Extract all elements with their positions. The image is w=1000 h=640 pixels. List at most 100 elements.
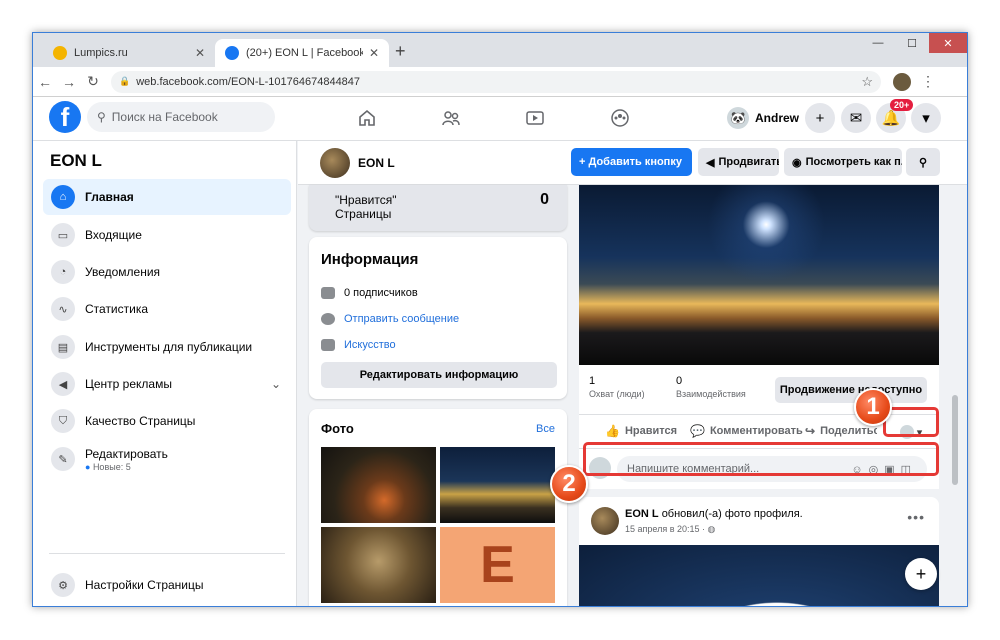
facebook-search-input[interactable]: ⚲ Поиск на Facebook xyxy=(87,102,275,132)
followers-row: 0 подписчиков xyxy=(321,287,418,299)
promotion-unavailable-button[interactable]: Продвижение недоступно xyxy=(775,377,927,403)
create-button[interactable]: + xyxy=(805,103,835,133)
highlight-box-comment-field xyxy=(583,442,939,476)
add-button[interactable]: + Добавить кнопку xyxy=(571,148,692,176)
new-message-icon[interactable]: + xyxy=(905,558,937,590)
reload-icon[interactable]: ↻ xyxy=(81,73,105,90)
category-link[interactable]: Искусство xyxy=(321,339,396,351)
messenger-icon xyxy=(321,313,335,325)
likes-label-line2: Страницы xyxy=(335,207,392,221)
browser-profile-avatar[interactable] xyxy=(893,72,911,91)
sidebar-item-inbox[interactable]: ▭ Входящие xyxy=(43,217,291,253)
sidebar-divider xyxy=(49,553,285,554)
post-timestamp-text: 15 апреля в 20:15 · xyxy=(625,524,706,534)
publishing-tools-icon: ▤ xyxy=(51,335,75,359)
reach-value: 1 xyxy=(589,375,596,387)
promote-button[interactable]: ◀ Продвигать xyxy=(698,148,779,176)
comment-icon: 💬 xyxy=(690,424,705,438)
promote-button-label: Продвигать xyxy=(718,156,779,168)
sidebar-item-edit-text: Редактировать ● Новые: 5 xyxy=(85,447,168,472)
sidebar-item-page-settings[interactable]: ⚙ Настройки Страницы xyxy=(43,567,291,603)
home-icon: ⌂ xyxy=(51,185,75,209)
inbox-icon: ▭ xyxy=(51,223,75,247)
nav-home-icon[interactable] xyxy=(354,105,380,131)
bookmark-star-icon[interactable]: ☆ xyxy=(861,74,873,90)
sidebar-item-edit[interactable]: ✎ Редактировать ● Новые: 5 xyxy=(43,437,291,481)
maximize-icon[interactable]: ☐ xyxy=(895,33,929,53)
new-dot-icon: ● xyxy=(85,461,93,472)
browser-menu-icon[interactable]: ⋮ xyxy=(921,73,935,90)
more-options-icon[interactable]: ••• xyxy=(907,509,925,525)
page-search-button[interactable]: ⚲ xyxy=(906,148,940,176)
photo-fox[interactable] xyxy=(321,447,436,523)
photo-owl[interactable] xyxy=(321,527,436,603)
account-menu-icon[interactable]: ▾ xyxy=(911,103,941,133)
eye-icon: ◉ xyxy=(792,156,802,169)
lock-icon[interactable]: 🔒 xyxy=(119,76,130,87)
url-field[interactable]: 🔒 web.facebook.com/EON-L-101764674844847… xyxy=(111,70,881,93)
view-as-button-label: Посмотреть как п... xyxy=(805,156,902,168)
sidebar-item-publishing-tools[interactable]: ▤ Инструменты для публикации xyxy=(43,329,291,365)
sidebar-item-ad-center[interactable]: ◀ Центр рекламы ⌄ xyxy=(43,366,291,402)
view-as-button[interactable]: ◉ Посмотреть как п... xyxy=(784,148,902,176)
tab-lumpics[interactable]: Lumpics.ru ✕ xyxy=(43,39,215,67)
post-image-night-landscape[interactable] xyxy=(579,185,939,365)
close-tab-icon[interactable]: ✕ xyxy=(195,46,205,60)
page-sidebar: EON L ⌂ Главная ▭ Входящие ◔ Уведомления… xyxy=(33,141,297,606)
avatar[interactable] xyxy=(591,507,619,535)
post-author[interactable]: EON L xyxy=(625,508,659,520)
post-timestamp[interactable]: 15 апреля в 20:15 · ◍ xyxy=(625,524,715,535)
address-bar: ← → ↻ 🔒 web.facebook.com/EON-L-101764674… xyxy=(33,67,967,97)
sidebar-item-notifications[interactable]: ◔ Уведомления xyxy=(43,254,291,290)
minimize-icon[interactable]: — xyxy=(861,33,895,53)
lumpics-favicon-icon xyxy=(53,46,67,60)
page-avatar[interactable] xyxy=(320,148,350,178)
post-image-profile-photo[interactable] xyxy=(579,545,939,606)
user-profile-link[interactable]: 🐼 Andrew xyxy=(727,104,799,132)
edit-info-button[interactable]: Редактировать информацию xyxy=(321,362,557,388)
page-header-name[interactable]: EON L xyxy=(358,156,395,170)
photo-letter-tile[interactable]: E xyxy=(440,527,555,603)
check-icon xyxy=(321,287,335,299)
facebook-logo-icon[interactable]: f xyxy=(49,101,81,133)
new-tab-icon[interactable]: + xyxy=(395,41,406,62)
sidebar-item-stats[interactable]: ∿ Статистика xyxy=(43,291,291,327)
nav-groups-icon[interactable] xyxy=(607,105,633,131)
megaphone-icon: ◀ xyxy=(706,156,715,169)
forward-icon[interactable]: → xyxy=(57,74,81,90)
close-tab-icon[interactable]: ✕ xyxy=(369,46,379,60)
reach-stat: 1 Охват (люди) xyxy=(589,375,645,399)
close-window-icon[interactable]: ✕ xyxy=(929,33,967,53)
photo-night-landscape[interactable] xyxy=(440,447,555,523)
scrollbar-thumb[interactable] xyxy=(952,395,958,485)
bell-icon: 🔔 xyxy=(881,110,901,127)
tab-facebook[interactable]: (20+) EON L | Facebook ✕ xyxy=(215,39,389,67)
notifications-button[interactable]: 🔔 20+ xyxy=(876,99,914,133)
chevron-down-icon[interactable]: ⌄ xyxy=(271,377,281,391)
share-icon: ↪ xyxy=(805,424,816,438)
like-button[interactable]: 👍 Нравится xyxy=(605,424,677,438)
messenger-icon[interactable]: ✉ xyxy=(841,103,871,133)
back-icon[interactable]: ← xyxy=(33,74,57,90)
page-header: EON L + Добавить кнопку ◀ Продвигать ◉ П… xyxy=(298,141,967,185)
step-marker-1: 1 xyxy=(854,388,892,426)
bell-icon: ◔ xyxy=(51,260,75,284)
shield-icon: ⛉ xyxy=(51,409,75,433)
sidebar-page-title: EON L xyxy=(50,151,102,170)
gear-icon: ⚙ xyxy=(51,573,75,597)
pencil-icon: ✎ xyxy=(51,447,75,471)
category-text: Искусство xyxy=(344,339,396,351)
feed-scrollbar[interactable] xyxy=(951,185,959,606)
nav-watch-icon[interactable] xyxy=(522,105,548,131)
folder-icon xyxy=(321,339,335,351)
sidebar-item-home[interactable]: ⌂ Главная xyxy=(43,179,291,215)
sidebar-item-label: Статистика xyxy=(85,302,149,316)
share-button[interactable]: ↪ Поделиться xyxy=(805,424,877,438)
send-message-text: Отправить сообщение xyxy=(344,313,460,325)
photos-all-link[interactable]: Все xyxy=(536,423,555,435)
sidebar-item-page-quality[interactable]: ⛉ Качество Страницы xyxy=(43,403,291,439)
tab-title: Lumpics.ru xyxy=(74,47,128,59)
send-message-link[interactable]: Отправить сообщение xyxy=(321,313,459,325)
nav-friends-icon[interactable] xyxy=(438,105,464,131)
comment-button[interactable]: 💬 Комментировать xyxy=(690,424,803,438)
